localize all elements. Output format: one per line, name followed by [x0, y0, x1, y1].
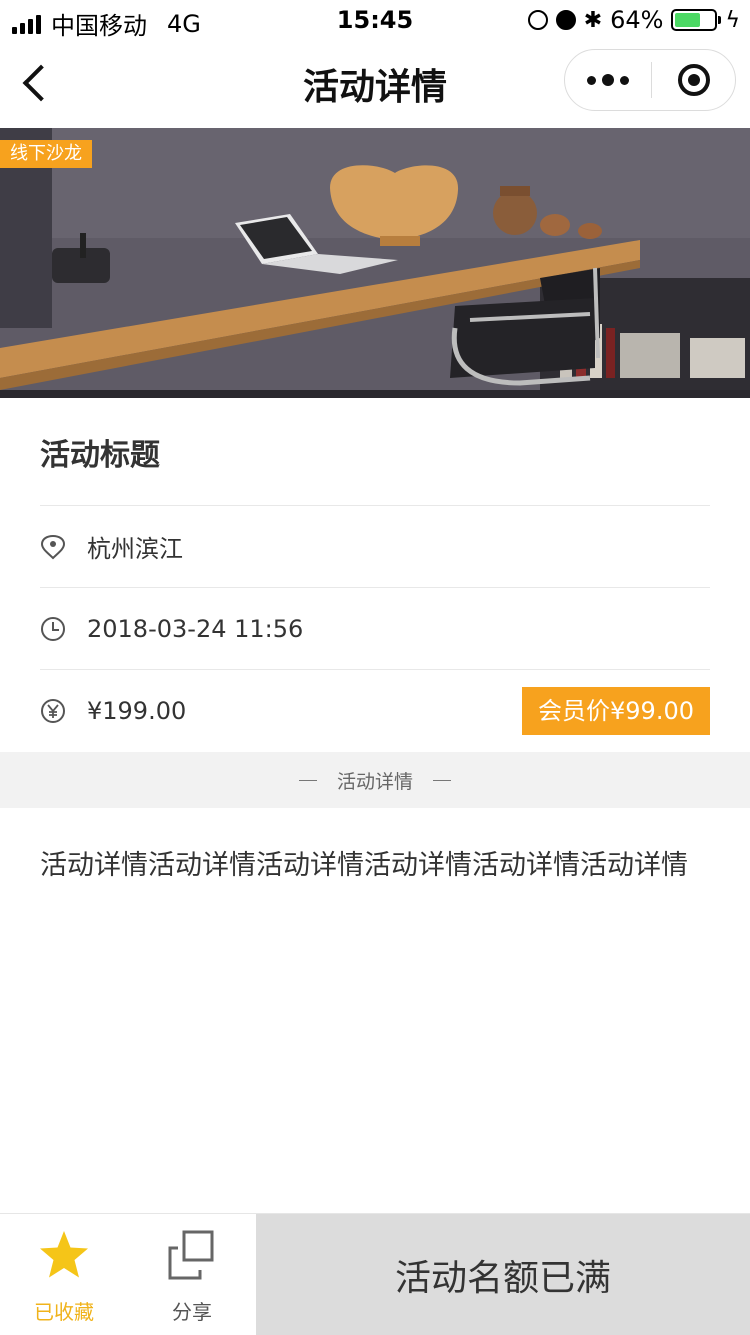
nav-bar: 活动详情	[0, 40, 750, 129]
more-dot-icon	[620, 75, 629, 85]
share-icon	[168, 1230, 214, 1280]
banner-tag: 线下沙龙	[0, 140, 92, 168]
event-title-row: 活动标题	[40, 398, 710, 506]
orientation-lock-icon	[527, 10, 548, 30]
target-icon	[677, 64, 710, 96]
battery-icon	[671, 9, 722, 31]
share-label: 分享	[172, 1300, 212, 1324]
clock-icon	[41, 616, 65, 641]
charging-icon: ϟ	[725, 7, 740, 33]
favorite-button[interactable]: 已收藏	[0, 1214, 128, 1335]
event-info: 活动标题 杭州滨江 2018-03-24 11:56 ¥199.00 会员价¥9…	[40, 398, 710, 751]
mini-program-capsule	[564, 49, 736, 111]
status-right: ✱ 64% ϟ	[527, 6, 740, 34]
event-detail-text: 活动详情活动详情活动详情活动详情活动详情活动详情	[40, 850, 688, 881]
location-pin-icon	[40, 534, 66, 559]
event-location: 杭州滨江	[87, 535, 183, 563]
member-price-badge[interactable]: 会员价¥99.00	[522, 687, 710, 735]
detail-section-header: 活动详情	[0, 752, 750, 808]
office-desk-illustration	[0, 128, 750, 398]
time-row: 2018-03-24 11:56	[40, 588, 710, 670]
close-button[interactable]	[652, 64, 735, 96]
bottom-action-bar: 已收藏 分享 活动名额已满	[0, 1213, 750, 1335]
yen-icon	[41, 698, 65, 723]
more-button[interactable]	[565, 50, 651, 110]
registration-full-button[interactable]: 活动名额已满	[256, 1214, 750, 1335]
battery-percent: 64%	[610, 6, 664, 34]
share-button[interactable]: 分享	[128, 1214, 256, 1335]
alarm-icon	[555, 10, 576, 30]
section-label: 活动详情	[336, 770, 413, 793]
bluetooth-icon: ✱	[583, 7, 603, 33]
event-title: 活动标题	[40, 437, 160, 473]
divider-dash	[433, 779, 451, 781]
more-dot-icon	[587, 75, 596, 85]
event-banner-image: 线下沙龙	[0, 128, 750, 398]
status-bar: 中国移动 4G 15:45 ✱ 64% ϟ	[0, 0, 750, 40]
more-dot-icon	[602, 74, 614, 86]
event-datetime: 2018-03-24 11:56	[87, 614, 304, 643]
favorite-label: 已收藏	[34, 1300, 94, 1324]
price-row: ¥199.00 会员价¥99.00	[40, 670, 710, 751]
location-row[interactable]: 杭州滨江	[40, 506, 710, 588]
divider-dash	[298, 779, 317, 781]
star-icon	[40, 1231, 88, 1278]
event-price: ¥199.00	[87, 696, 187, 725]
